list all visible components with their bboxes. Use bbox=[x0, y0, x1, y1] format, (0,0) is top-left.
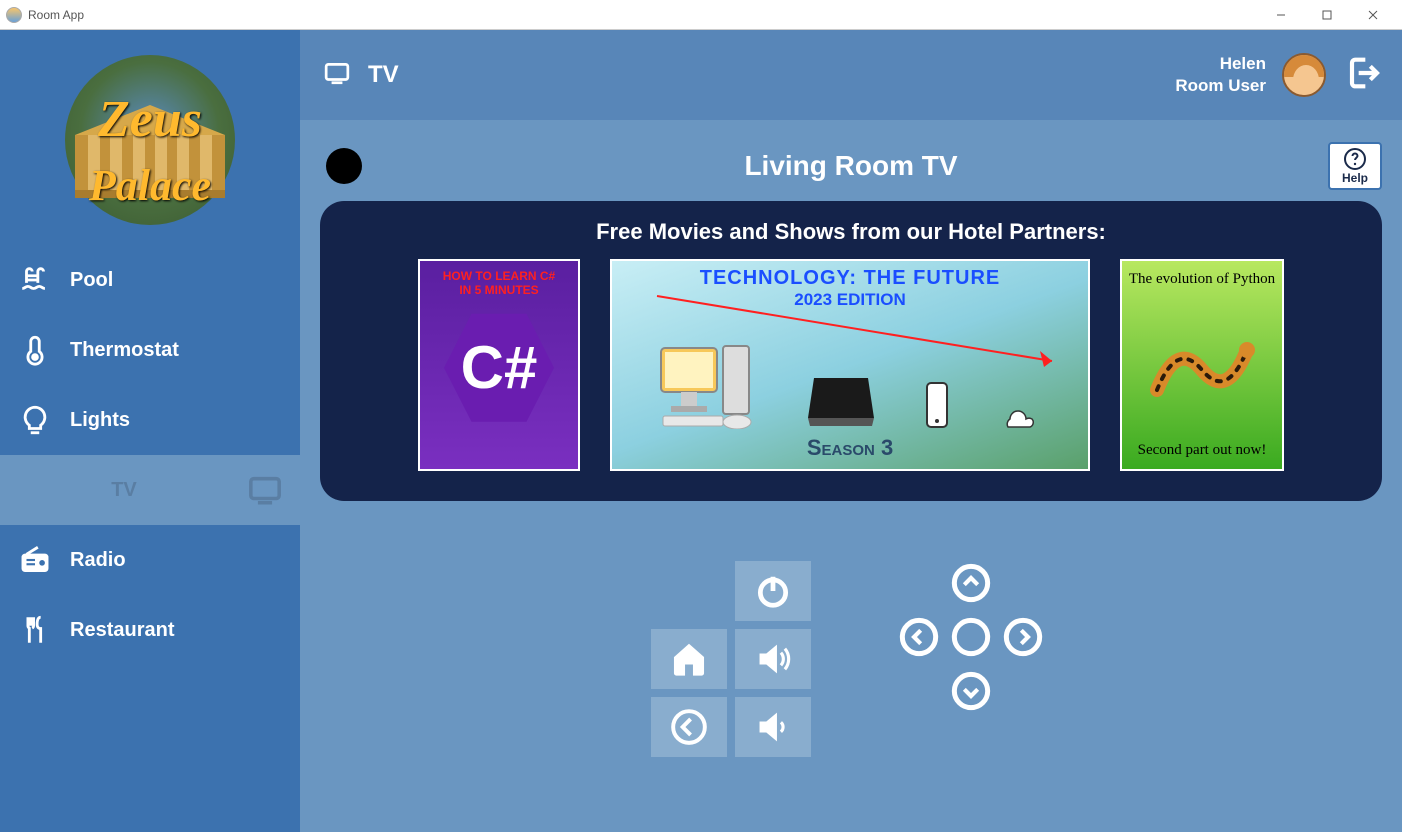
page-title: Living Room TV bbox=[320, 150, 1382, 182]
sidebar-label-tv: TV bbox=[18, 479, 230, 502]
remote-volume-up-button[interactable] bbox=[735, 629, 811, 689]
sidebar-item-restaurant[interactable]: Restaurant bbox=[0, 595, 300, 665]
media-thumb-csharp[interactable]: HOW TO LEARN C# IN 5 MINUTES C# bbox=[418, 259, 580, 471]
brand-logo: Zeus Palace bbox=[0, 40, 300, 245]
pool-icon bbox=[18, 263, 52, 297]
remote-dpad bbox=[891, 561, 1051, 741]
thumb2-devices-illustration bbox=[632, 339, 1068, 429]
brand-line2: Palace bbox=[55, 160, 245, 211]
tv-icon bbox=[248, 473, 282, 507]
user-info: Helen Room User bbox=[1175, 53, 1266, 97]
dpad-right-button[interactable] bbox=[1001, 615, 1045, 659]
dpad-left-button[interactable] bbox=[897, 615, 941, 659]
logout-button[interactable] bbox=[1342, 53, 1382, 98]
sidebar-nav: Pool Thermostat Lights TV bbox=[0, 245, 300, 665]
restaurant-icon bbox=[18, 613, 52, 647]
thumb1-badge: C# bbox=[461, 333, 538, 402]
user-role: Room User bbox=[1175, 75, 1266, 97]
section-title: TV bbox=[368, 61, 399, 89]
thumb2-season: Season 3 bbox=[612, 435, 1088, 461]
sidebar-item-tv[interactable]: TV bbox=[0, 455, 300, 525]
avatar[interactable] bbox=[1282, 53, 1326, 97]
remote-volume-down-button[interactable] bbox=[735, 697, 811, 757]
sidebar-item-thermostat[interactable]: Thermostat bbox=[0, 315, 300, 385]
content-area: Living Room TV Help Free Movies and Show… bbox=[300, 120, 1402, 832]
lightbulb-icon bbox=[18, 403, 52, 437]
thumb3-top: The evolution of Python bbox=[1129, 271, 1275, 288]
thermostat-icon bbox=[18, 333, 52, 367]
snake-icon bbox=[1147, 320, 1257, 410]
brand-line1: Zeus bbox=[55, 90, 245, 149]
dpad-down-button[interactable] bbox=[949, 669, 993, 713]
window-minimize-button[interactable] bbox=[1258, 0, 1304, 30]
sidebar-label-thermostat: Thermostat bbox=[70, 339, 179, 362]
media-carousel: Free Movies and Shows from our Hotel Par… bbox=[320, 201, 1382, 501]
app-icon bbox=[6, 7, 22, 23]
thumb3-bottom: Second part out now! bbox=[1138, 442, 1267, 459]
window-maximize-button[interactable] bbox=[1304, 0, 1350, 30]
main-area: TV Helen Room User Living Room TV Help bbox=[300, 30, 1402, 832]
help-label: Help bbox=[1342, 171, 1368, 185]
section-tv-icon bbox=[320, 60, 354, 91]
user-name: Helen bbox=[1175, 53, 1266, 75]
window-titlebar: Room App bbox=[0, 0, 1402, 30]
sidebar-label-restaurant: Restaurant bbox=[70, 619, 174, 642]
sidebar-label-radio: Radio bbox=[70, 549, 126, 572]
dpad-up-button[interactable] bbox=[949, 561, 993, 605]
dpad-ok-button[interactable] bbox=[949, 615, 993, 659]
radio-icon bbox=[18, 543, 52, 577]
window-title: Room App bbox=[28, 8, 1258, 22]
sidebar-item-radio[interactable]: Radio bbox=[0, 525, 300, 595]
sidebar-label-pool: Pool bbox=[70, 269, 113, 292]
window-close-button[interactable] bbox=[1350, 0, 1396, 30]
sidebar-item-pool[interactable]: Pool bbox=[0, 245, 300, 315]
remote-home-button[interactable] bbox=[651, 629, 727, 689]
sidebar-label-lights: Lights bbox=[70, 409, 130, 432]
remote-back-button[interactable] bbox=[651, 697, 727, 757]
media-thumb-python[interactable]: The evolution of Python Second part out … bbox=[1120, 259, 1284, 471]
thumb2-title: TECHNOLOGY: THE FUTURE bbox=[618, 267, 1082, 290]
remote-blank bbox=[651, 561, 727, 621]
remote-power-button[interactable] bbox=[735, 561, 811, 621]
carousel-heading: Free Movies and Shows from our Hotel Par… bbox=[380, 219, 1322, 245]
thumb1-title-l1: HOW TO LEARN C# bbox=[443, 269, 555, 283]
media-thumb-tech-future[interactable]: TECHNOLOGY: THE FUTURE 2023 EDITION Seas… bbox=[610, 259, 1090, 471]
sidebar-item-lights[interactable]: Lights bbox=[0, 385, 300, 455]
topbar: TV Helen Room User bbox=[300, 30, 1402, 120]
thumb1-title-l2: IN 5 MINUTES bbox=[443, 283, 555, 297]
help-button[interactable]: Help bbox=[1328, 142, 1382, 190]
sidebar: Zeus Palace Pool Thermostat L bbox=[0, 30, 300, 832]
tv-remote-controls bbox=[320, 561, 1382, 757]
